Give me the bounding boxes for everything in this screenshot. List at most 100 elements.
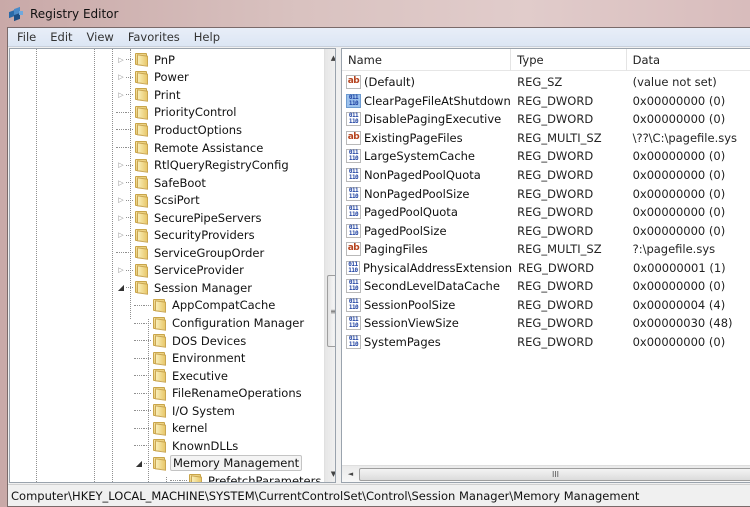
tree-node[interactable]: Environment [134, 349, 247, 367]
value-name: NonPagedPoolQuota [364, 168, 481, 182]
value-type: REG_DWORD [517, 112, 594, 127]
tree-connector [126, 76, 133, 78]
value-name: PagedPoolQuota [364, 205, 458, 220]
value-row[interactable]: 011 110 PhysicalAddressExtension REG_DWORD… [342, 259, 750, 278]
value-row[interactable]: 011 110 SessionViewSize REG_DWORD 0x0000003… [342, 314, 750, 333]
tree-spacer [134, 322, 144, 324]
menu-file[interactable]: File [10, 28, 43, 46]
scroll-down-icon: ▼ [330, 469, 336, 478]
tree-node[interactable]: ◢ Session Manager [116, 279, 254, 297]
value-row[interactable]: 011 110 NonPagedPoolQuota REG_DWORD 0x00000… [342, 166, 750, 185]
tree-node[interactable]: Remote Assistance [116, 139, 265, 157]
expand-arrow-icon[interactable]: ▷ [116, 160, 126, 170]
tree-node[interactable]: ▷ RtlQueryRegistryConfig [116, 156, 291, 174]
tree-node[interactable]: kernel [134, 420, 209, 438]
expand-arrow-icon[interactable]: ▷ [116, 72, 126, 82]
value-row[interactable]: 011 110 SessionPoolSize REG_DWORD 0x0000000… [342, 296, 750, 315]
scroll-down-button[interactable]: ▼ [325, 465, 336, 482]
tree-node[interactable]: ▷ SafeBoot [116, 174, 208, 192]
tree-connector [126, 94, 133, 96]
expand-arrow-icon[interactable]: ▷ [116, 90, 126, 100]
scroll-left-button[interactable]: ◄ [342, 466, 359, 482]
tree-node[interactable]: ▷ PnP [116, 51, 177, 69]
menu-favorites[interactable]: Favorites [121, 28, 187, 46]
tree-node[interactable]: I/O System [134, 402, 237, 420]
expand-arrow-icon[interactable]: ▷ [116, 55, 126, 65]
tree-guide-line [36, 49, 37, 482]
collapse-arrow-icon[interactable]: ◢ [134, 458, 144, 468]
tree-node[interactable]: ◢ Memory Management [134, 455, 303, 473]
tree-node[interactable]: Executive [134, 367, 230, 385]
menu-help[interactable]: Help [187, 28, 227, 46]
collapse-arrow-icon[interactable]: ◢ [116, 283, 126, 293]
tree-node[interactable]: PrefetchParameters [170, 472, 323, 482]
current-key-path: Computer\HKEY_LOCAL_MACHINE\SYSTEM\Curre… [11, 488, 640, 503]
expand-arrow-icon[interactable]: ▷ [116, 178, 126, 188]
value-row[interactable]: 011 110 PagedPoolSize REG_DWORD 0x00000000 … [342, 221, 750, 240]
tree-connector [126, 164, 133, 166]
tree-node[interactable]: ▷ SecurePipeServers [116, 209, 264, 227]
expand-arrow-icon[interactable]: ▷ [116, 213, 126, 223]
expand-arrow-icon[interactable]: ▷ [116, 195, 126, 205]
key-tree-pane[interactable]: ▷ PnP ▷ Power ▷ Print PriorityControl ProductOp… [9, 48, 336, 483]
value-data: 0x00000000 (0) [632, 168, 726, 182]
tree-node[interactable]: DOS Devices [134, 332, 248, 350]
value-row[interactable]: 011 110 DisablePagingExecutive REG_DWORD 0x… [342, 110, 750, 129]
tree-node[interactable]: FileRenameOperations [134, 384, 304, 402]
tree-node[interactable]: Configuration Manager [134, 314, 306, 332]
tree-node[interactable]: ▷ Power [116, 69, 191, 87]
value-type: REG_DWORD [517, 334, 594, 349]
value-name-cell: ab (Default) [342, 75, 511, 90]
value-row[interactable]: 011 110 LargeSystemCache REG_DWORD 0x000000… [342, 147, 750, 166]
tree-node[interactable]: ▷ ScsiPort [116, 191, 202, 209]
binary-value-icon: 011 110 [346, 205, 361, 220]
menu-edit[interactable]: Edit [43, 28, 79, 46]
binary-value-icon: 011 110 [346, 93, 361, 108]
values-list-pane[interactable]: Name Type Data ab (Default) REG_SZ (value n… [341, 48, 750, 483]
tree-node[interactable]: ▷ Print [116, 86, 182, 104]
value-name-cell: 011 110 PagedPoolSize [342, 223, 511, 238]
tree-node-label: PnP [154, 52, 175, 67]
tree-node[interactable]: AppCompatCache [134, 297, 277, 315]
tree-node-label: Memory Management [170, 455, 303, 472]
menu-view[interactable]: View [80, 28, 121, 46]
tree-connector [144, 462, 151, 464]
folder-icon [152, 298, 166, 313]
list-horizontal-scrollbar[interactable]: ◄ III [342, 465, 750, 482]
tree-node[interactable]: ServiceGroupOrder [116, 244, 266, 262]
tree-spacer [134, 445, 144, 447]
tree-node-label: SecurityProviders [154, 228, 255, 243]
value-name-cell: 011 110 NonPagedPoolQuota [342, 168, 511, 182]
value-row[interactable]: ab PagingFiles REG_MULTI_SZ ?:\pagefile.sys [342, 240, 750, 259]
tree-node[interactable]: KnownDLLs [134, 437, 240, 455]
value-row[interactable]: 011 110 NonPagedPoolSize REG_DWORD 0x000000… [342, 184, 750, 203]
tree-node-label: SafeBoot [154, 175, 206, 190]
tree-connector [144, 445, 151, 447]
value-row[interactable]: 011 110 SecondLevelDataCache REG_DWORD 0x00… [342, 277, 750, 296]
tree-scroll-thumb[interactable]: ≡ [327, 275, 335, 347]
menu-bar: File Edit View Favorites Help [8, 28, 750, 47]
list-scroll-thumb[interactable]: III [359, 468, 750, 481]
column-header-name[interactable]: Name [342, 49, 512, 71]
folder-icon [134, 105, 148, 120]
value-data: 0x00000000 (0) [632, 186, 726, 201]
tree-vertical-scrollbar[interactable]: ▲ ≡ ▼ [324, 49, 336, 482]
scroll-up-button[interactable]: ▲ [325, 49, 335, 66]
column-header-type[interactable]: Type [511, 49, 627, 71]
tree-connector [126, 199, 133, 201]
value-row[interactable]: 011 110 SystemPages REG_DWORD 0x00000000 (0… [342, 333, 750, 352]
tree-node-label: Print [154, 87, 181, 102]
tree-node[interactable]: PriorityControl [116, 104, 239, 122]
value-row[interactable]: 011 110 ClearPageFileAtShutdown REG_DWORD 0… [342, 92, 750, 111]
value-row[interactable]: ab ExistingPageFiles REG_MULTI_SZ \??\C:\pa… [342, 129, 750, 148]
tree-node[interactable]: ▷ SecurityProviders [116, 227, 257, 245]
value-row[interactable]: ab (Default) REG_SZ (value not set) [342, 73, 750, 92]
regedit-icon [8, 6, 24, 22]
column-header-data[interactable]: Data [627, 49, 750, 71]
folder-icon [134, 281, 148, 296]
value-row[interactable]: 011 110 PagedPoolQuota REG_DWORD 0x00000000… [342, 203, 750, 222]
expand-arrow-icon[interactable]: ▷ [116, 265, 126, 275]
tree-node[interactable]: ▷ ServiceProvider [116, 262, 246, 280]
tree-node[interactable]: ProductOptions [116, 121, 244, 139]
expand-arrow-icon[interactable]: ▷ [116, 230, 126, 240]
